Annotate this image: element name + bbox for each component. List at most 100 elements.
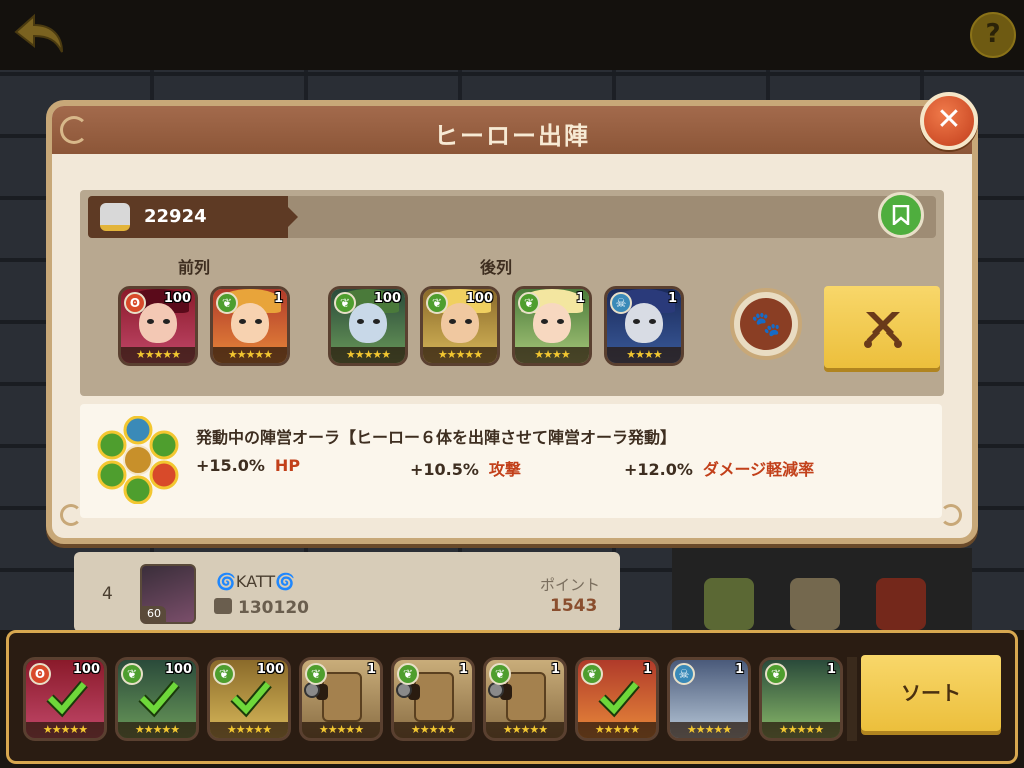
star-rating: ★★★★★ (118, 722, 196, 738)
nature-faction-icon: ❦ (305, 663, 327, 685)
power-fist-icon (100, 203, 130, 231)
nature-faction-icon: ❦ (334, 292, 356, 314)
star-rating: ★★★★ (607, 347, 681, 363)
checkmark-icon (230, 680, 272, 718)
star-rating: ★★★★★ (210, 722, 288, 738)
hero-level: 1 (667, 291, 677, 306)
bookmark-icon (892, 204, 910, 227)
star-rating: ★★★★★ (121, 347, 195, 363)
aura-title: 発動中の陣営オーラ【ヒーロー６体を出陣させて陣営オーラ発動】 (196, 428, 677, 447)
aura-stat-attack: +10.5% 攻撃 (410, 460, 521, 479)
lineup-hero-slot[interactable]: ❦ 100 ★★★★★ (420, 286, 500, 366)
sort-button[interactable]: ソート (861, 655, 1001, 731)
star-rating: ★★★★★ (670, 722, 748, 738)
roster-hero-card[interactable]: ❦ 100 ★★★★★ (207, 657, 291, 741)
roster-scroll-edge (847, 657, 857, 741)
roster-hero-card[interactable]: ❦ 100 ★★★★★ (115, 657, 199, 741)
hero-level: 100 (465, 291, 493, 306)
hero-level: 100 (164, 662, 192, 677)
hero-level: 100 (256, 662, 284, 677)
hero-level: 1 (575, 291, 585, 306)
hero-level: 1 (734, 662, 744, 677)
team-power-value: 22924 (144, 206, 207, 227)
player-power: 130120 (238, 598, 309, 618)
swirl-icon: 🌀 (216, 572, 236, 591)
hero-level: 100 (163, 291, 191, 306)
roster-hero-card[interactable]: ❦ 1 ★★★★★ (575, 657, 659, 741)
checkmark-icon (138, 680, 180, 718)
modal-header: ヒーロー出陣 (52, 106, 972, 154)
points-label: ポイント (540, 576, 601, 594)
lineup-hero-slot[interactable]: ❦ 1 ★★★★ (512, 286, 592, 366)
skull-faction-icon: ☠ (610, 292, 632, 314)
power-track: 22924 (88, 192, 936, 238)
chibi-hero-image (790, 578, 840, 630)
checkmark-icon (598, 680, 640, 718)
nature-faction-icon: ❦ (765, 663, 787, 685)
aura-stat-damage-reduction: +12.0% ダメージ軽減率 (624, 460, 815, 479)
lineup-hero-slot[interactable]: ʘ 100 ★★★★★ (118, 286, 198, 366)
ranking-entry: 4 60 🌀KATT🌀 130120 ポイント 1543 (74, 552, 620, 632)
hero-level: 1 (550, 662, 560, 677)
roster-hero-card[interactable]: ❦ 1 ★★★★★ (299, 657, 383, 741)
crossed-swords-icon (864, 312, 902, 348)
roster-hero-card[interactable]: ☠ 1 ★★★★★ (667, 657, 751, 741)
hero-level: 100 (373, 291, 401, 306)
chibi-hero-image (876, 578, 926, 630)
back-arrow-icon[interactable] (12, 12, 66, 56)
close-button[interactable]: ✕ (920, 92, 978, 150)
checkmark-icon (46, 680, 88, 718)
fire-faction-icon: ʘ (124, 292, 146, 314)
points-value: 1543 (550, 596, 598, 616)
star-rating: ★★★★★ (423, 347, 497, 363)
pet-slot-button[interactable]: 🐾 (730, 288, 802, 360)
nature-faction-icon: ❦ (397, 663, 419, 685)
hero-level: 1 (458, 662, 468, 677)
hero-roster: ʘ 100 ★★★★★ ❦ 100 ★★★★★ ❦ 100 ★★★★★ ❦ 1 … (6, 630, 1018, 764)
front-row-label: 前列 (178, 258, 211, 277)
help-button[interactable]: ? (970, 12, 1016, 58)
lineup-hero-slot[interactable]: ☠ 1 ★★★★ (604, 286, 684, 366)
hero-level: 100 (72, 662, 100, 677)
chibi-hero-image (704, 578, 754, 630)
paw-icon: 🐾 (740, 298, 792, 350)
lineup-hero-slot[interactable]: ❦ 1 ★★★★★ (210, 286, 290, 366)
battle-button[interactable] (824, 286, 940, 368)
lineup-hero-slot[interactable]: ❦ 100 ★★★★★ (328, 286, 408, 366)
roster-hero-card[interactable]: ❦ 1 ★★★★★ (483, 657, 567, 741)
hero-level: 1 (826, 662, 836, 677)
nature-faction-icon: ❦ (426, 292, 448, 314)
star-rating: ★★★★★ (26, 722, 104, 738)
team-power-bar: 22924 (88, 196, 298, 238)
top-bar (0, 0, 1024, 70)
modal-title: ヒーロー出陣 (434, 122, 590, 150)
nature-faction-icon: ❦ (489, 663, 511, 685)
power-fist-icon (214, 598, 232, 614)
lineup-panel: 22924 前列 後列 ʘ 100 ★★★★★ ❦ 1 ★★★★★ ❦ 100 … (80, 190, 944, 396)
roster-hero-card[interactable]: ❦ 1 ★★★★★ (759, 657, 843, 741)
player-name: 🌀KATT🌀 (216, 572, 296, 591)
faction-aura-panel: 発動中の陣営オーラ【ヒーロー６体を出陣させて陣営オーラ発動】 +15.0% HP … (80, 404, 942, 518)
swirl-ornament-icon (940, 504, 962, 526)
hero-deploy-modal: ヒーロー出陣 22924 前列 後列 ʘ 100 ★★★★★ ❦ 1 ★★★★★… (46, 100, 978, 544)
roster-hero-card[interactable]: ❦ 1 ★★★★★ (391, 657, 475, 741)
avatar-level: 60 (142, 606, 166, 622)
star-rating: ★★★★★ (486, 722, 564, 738)
star-rating: ★★★★★ (213, 347, 287, 363)
star-rating: ★★★★★ (394, 722, 472, 738)
hero-level: 1 (642, 662, 652, 677)
back-row-label: 後列 (480, 258, 513, 277)
faction-aura-icon[interactable] (94, 416, 182, 504)
star-rating: ★★★★★ (331, 347, 405, 363)
nature-faction-icon: ❦ (216, 292, 238, 314)
hero-level: 1 (366, 662, 376, 677)
swirl-icon: 🌀 (275, 572, 296, 591)
avatar: 60 (140, 564, 196, 624)
star-rating: ★★★★★ (762, 722, 840, 738)
bookmark-button[interactable] (878, 192, 924, 238)
aura-stat-hp: +15.0% HP (196, 456, 301, 475)
star-rating: ★★★★ (515, 347, 589, 363)
roster-hero-card[interactable]: ʘ 100 ★★★★★ (23, 657, 107, 741)
skull-faction-icon: ☠ (673, 663, 695, 685)
nature-faction-icon: ❦ (518, 292, 540, 314)
